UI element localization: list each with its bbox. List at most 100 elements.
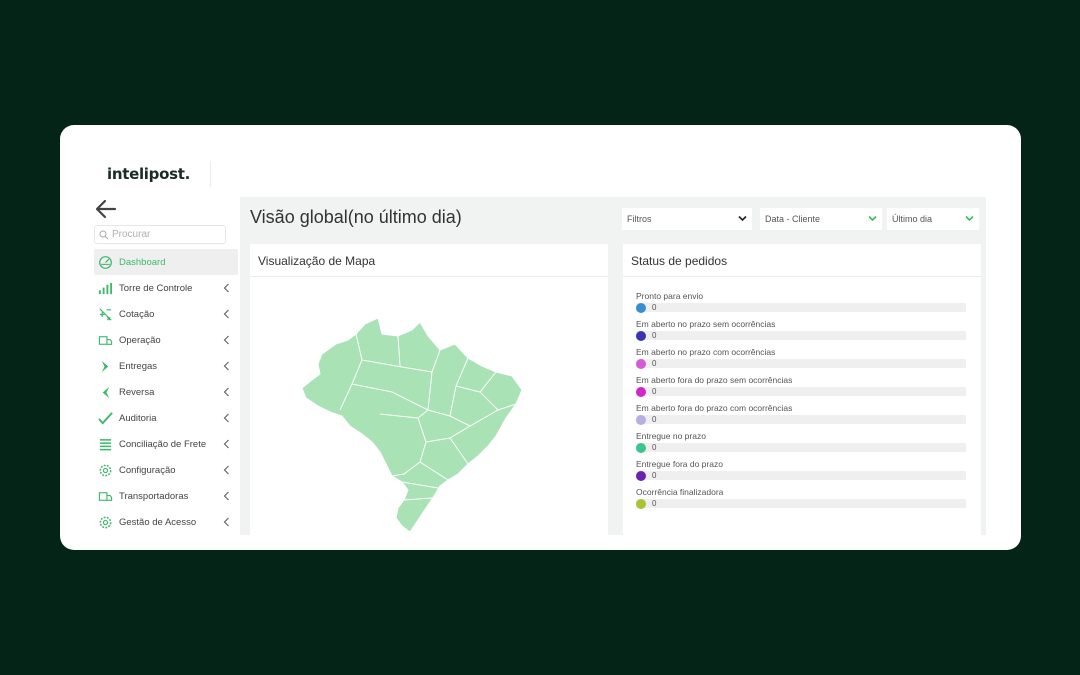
- order-status-panel: Status de pedidos Pronto para envio 0 Em…: [623, 244, 981, 535]
- sidebar-item-cotacao[interactable]: Cotação: [94, 301, 238, 327]
- chevron-down-icon: [868, 215, 877, 222]
- chevron-left-icon: [223, 517, 229, 527]
- sidebar: Dashboard Torre de Controle Cotação: [90, 197, 240, 535]
- status-row[interactable]: Em aberto fora do prazo com ocorrências …: [636, 402, 969, 430]
- sidebar-item-label: Reversa: [119, 386, 155, 398]
- page-title: Visão global(no último dia): [250, 207, 462, 227]
- status-row[interactable]: Entregue no prazo 0: [636, 430, 969, 458]
- status-value: 0: [652, 359, 657, 368]
- chevron-left-icon: [223, 465, 229, 475]
- dashboard-icon: [99, 255, 112, 269]
- status-dot: [636, 303, 646, 313]
- list-icon: [99, 438, 112, 450]
- chevron-down-icon: [965, 215, 974, 222]
- gear-icon: [99, 464, 112, 476]
- date-client-dropdown[interactable]: Data - Cliente: [760, 208, 882, 230]
- chevron-left-icon: [223, 439, 229, 449]
- sidebar-item-auditoria[interactable]: Auditoria: [94, 405, 238, 431]
- truck-icon: [98, 335, 113, 345]
- header-divider: [210, 161, 211, 187]
- status-row[interactable]: Em aberto no prazo com ocorrências 0: [636, 346, 969, 374]
- status-label: Em aberto fora do prazo sem ocorrências: [636, 375, 793, 385]
- sidebar-item-conciliacao-de-frete[interactable]: Conciliação de Frete: [94, 431, 238, 457]
- sidebar-item-label: Configuração: [119, 464, 176, 476]
- sidebar-item-label: Cotação: [119, 308, 155, 320]
- filter-label: Data - Cliente: [765, 214, 821, 224]
- status-row[interactable]: Entregue fora do prazo 0: [636, 458, 969, 486]
- sidebar-item-dashboard[interactable]: Dashboard: [94, 249, 238, 275]
- search-input[interactable]: [112, 229, 222, 240]
- status-value: 0: [652, 471, 657, 480]
- status-dot: [636, 331, 646, 341]
- status-label: Pronto para envio: [636, 291, 704, 301]
- panel-divider: [623, 276, 981, 277]
- status-value: 0: [652, 499, 657, 508]
- sidebar-item-transportadoras[interactable]: Transportadoras: [94, 483, 238, 509]
- status-value: 0: [652, 303, 657, 312]
- sidebar-item-configuracao[interactable]: Configuração: [94, 457, 238, 483]
- sidebar-item-torre-de-controle[interactable]: Torre de Controle: [94, 275, 238, 301]
- search-box[interactable]: [94, 225, 226, 244]
- status-bar: [636, 499, 966, 508]
- chevron-left-icon: [223, 413, 229, 423]
- status-label: Entregue fora do prazo: [636, 459, 723, 469]
- chevron-down-icon: [738, 215, 747, 222]
- status-dot: [636, 359, 646, 369]
- status-dot: [636, 443, 646, 453]
- panel-divider: [250, 276, 608, 277]
- sidebar-item-label: Torre de Controle: [119, 282, 193, 294]
- status-row[interactable]: Pronto para envio 0: [636, 290, 969, 318]
- gear-icon: [99, 516, 112, 528]
- status-label: Em aberto no prazo sem ocorrências: [636, 319, 776, 329]
- status-row[interactable]: Ocorrência finalizadora 0: [636, 486, 969, 514]
- status-row[interactable]: Em aberto fora do prazo sem ocorrências …: [636, 374, 969, 402]
- filters-dropdown[interactable]: Filtros: [622, 208, 752, 230]
- status-dot: [636, 387, 646, 397]
- status-bar: [636, 471, 966, 480]
- sidebar-item-operacao[interactable]: Operação: [94, 327, 238, 353]
- status-value: 0: [652, 415, 657, 424]
- chevron-left-icon: [223, 387, 229, 397]
- period-dropdown[interactable]: Último dia: [887, 208, 979, 230]
- status-label: Entregue no prazo: [636, 431, 706, 441]
- status-label: Em aberto no prazo com ocorrências: [636, 347, 776, 357]
- status-bar: [636, 415, 966, 424]
- calculator-icon: [99, 307, 112, 321]
- status-bar: [636, 331, 966, 340]
- chevron-left-icon: [223, 491, 229, 501]
- map-panel-title: Visualização de Mapa: [258, 254, 376, 268]
- map-panel: Visualização de Mapa: [250, 244, 608, 535]
- sidebar-item-entregas[interactable]: Entregas: [94, 353, 238, 379]
- chevron-right-icon: [101, 360, 109, 372]
- sidebar-item-label: Auditoria: [119, 412, 157, 424]
- sidebar-item-label: Entregas: [119, 360, 158, 372]
- status-bar: [636, 443, 966, 452]
- sidebar-item-label: Conciliação de Frete: [119, 438, 207, 450]
- status-value: 0: [652, 443, 657, 452]
- sidebar-item-label: Dashboard: [119, 256, 166, 268]
- status-dot: [636, 499, 646, 509]
- brazil-map[interactable]: [300, 314, 530, 534]
- chevron-left-icon: [223, 283, 229, 293]
- status-bar: [636, 387, 966, 396]
- status-panel-title: Status de pedidos: [631, 254, 728, 268]
- check-icon: [98, 411, 113, 425]
- status-row[interactable]: Em aberto no prazo sem ocorrências 0: [636, 318, 969, 346]
- sidebar-item-label: Operação: [119, 334, 161, 346]
- status-label: Ocorrência finalizadora: [636, 487, 724, 497]
- filter-label: Último dia: [892, 214, 933, 224]
- sidebar-item-label: Transportadoras: [119, 490, 189, 502]
- truck-icon: [98, 491, 113, 501]
- status-dot: [636, 471, 646, 481]
- sidebar-item-reversa[interactable]: Reversa: [94, 379, 238, 405]
- status-bar: [636, 359, 966, 368]
- chevron-left-icon: [223, 335, 229, 345]
- status-value: 0: [652, 331, 657, 340]
- status-bar: [636, 303, 966, 312]
- chevron-left-icon: [223, 361, 229, 371]
- search-icon: [99, 230, 109, 239]
- app-window: Dashboard Torre de Controle Cotação: [90, 197, 986, 535]
- back-arrow-icon[interactable]: [94, 198, 118, 220]
- chevron-left-icon: [102, 386, 110, 398]
- sidebar-item-gestao-de-acesso[interactable]: Gestão de Acesso: [94, 509, 238, 535]
